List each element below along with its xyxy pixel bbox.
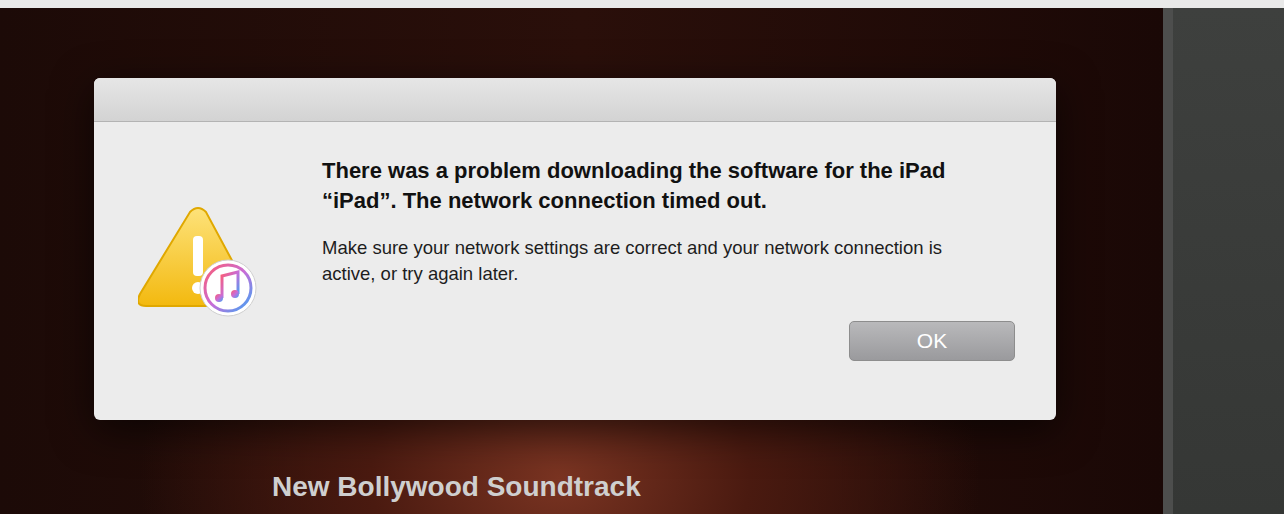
dialog-body: There was a problem downloading the soft… [94,122,1056,420]
itunes-icon [200,260,256,316]
button-row: OK [322,321,1015,361]
dialog-title-bar[interactable] [94,78,1056,122]
warning-icon [138,206,258,318]
alert-dialog: There was a problem downloading the soft… [94,78,1056,420]
icon-box [138,156,258,420]
banner-caption: New Bollywood Soundtrack [272,470,1163,504]
top-edge [0,0,1284,8]
dialog-message: Make sure your network settings are corr… [322,235,992,287]
itunes-window: New Bollywood Soundtrack There was a prob… [0,0,1284,514]
dialog-title: There was a problem downloading the soft… [322,156,992,216]
ok-button[interactable]: OK [849,321,1015,361]
dialog-text: There was a problem downloading the soft… [322,156,1015,420]
side-panel [1173,8,1284,514]
divider [1163,8,1173,514]
